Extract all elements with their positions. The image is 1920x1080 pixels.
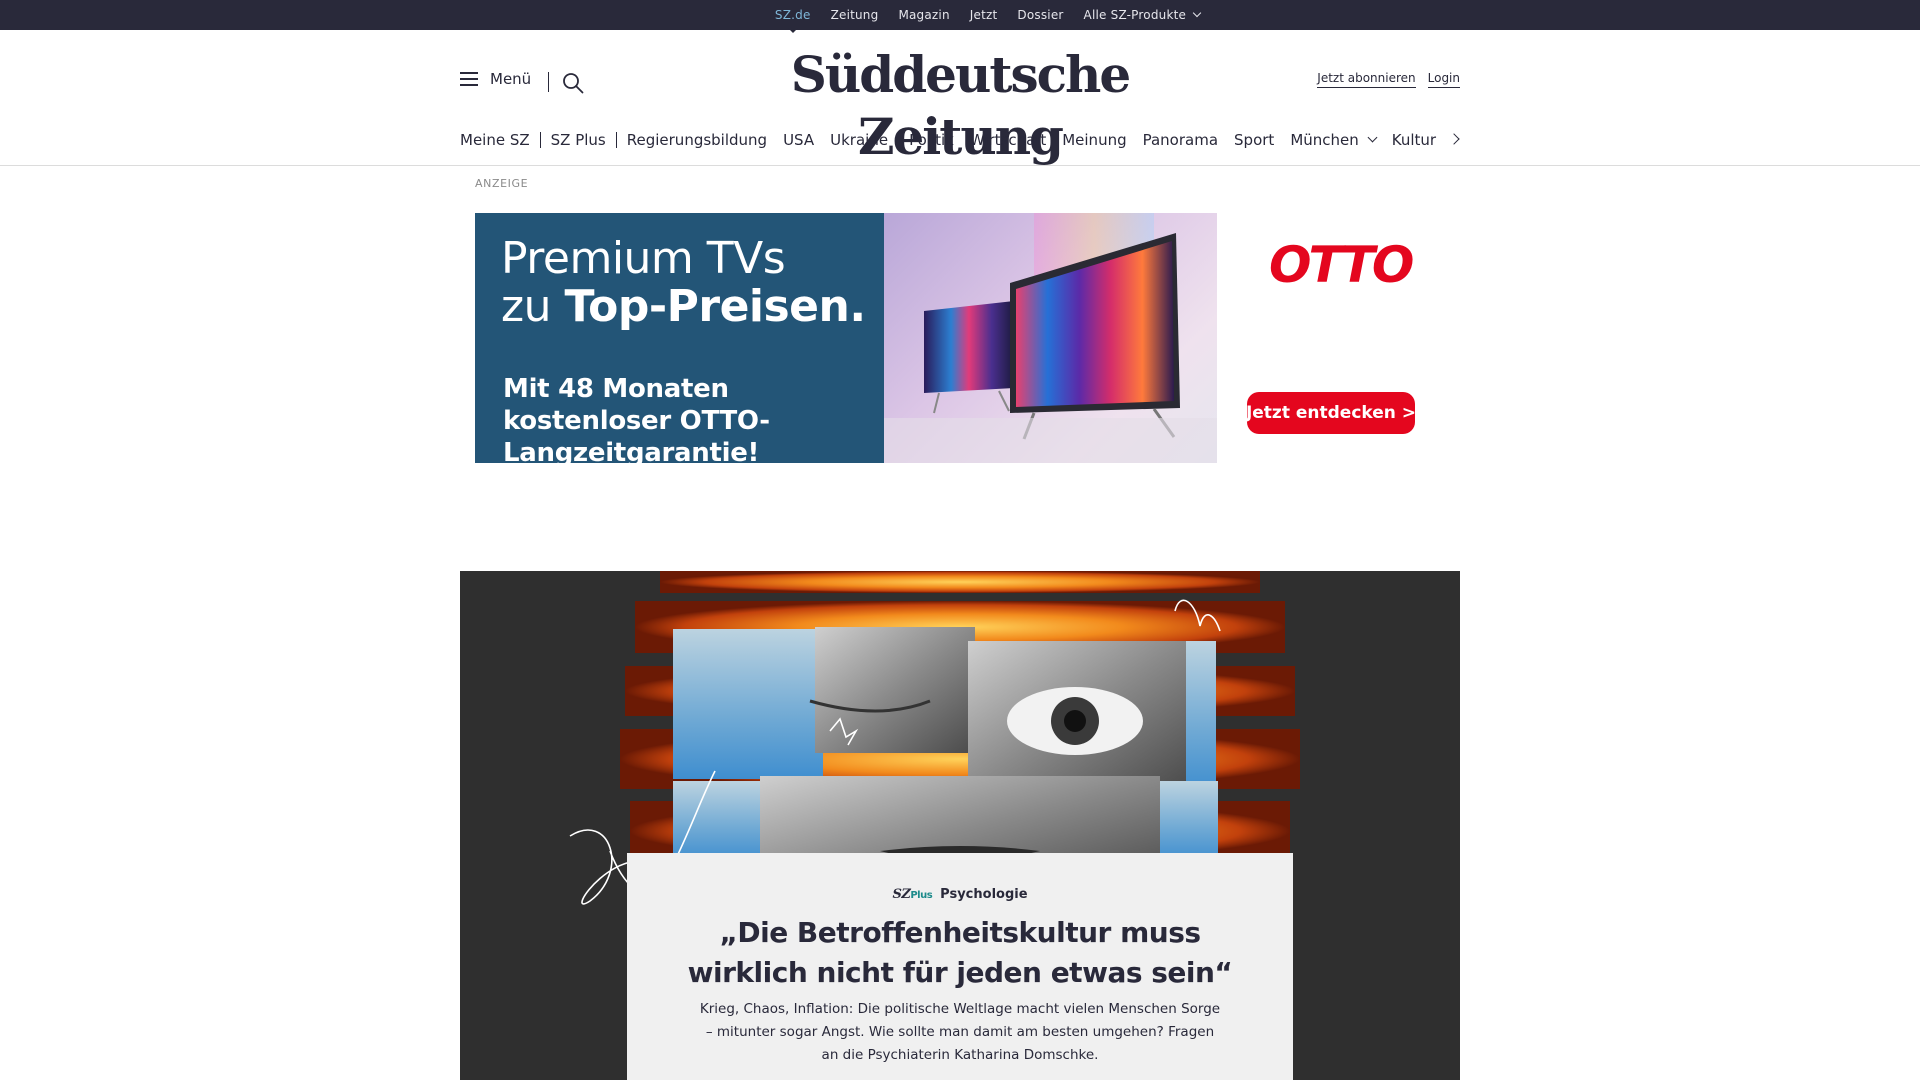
nav-item-meine-sz[interactable]: Meine SZ <box>460 131 530 149</box>
tv-illustration <box>884 213 1217 463</box>
ad-banner[interactable]: Premium TVs zu Top-Preisen. Mit 48 Monat… <box>475 213 1445 468</box>
nav-item-ukraine[interactable]: Ukraine <box>830 131 888 149</box>
ad-headline-line1: Premium TVs <box>501 233 786 284</box>
menu-button[interactable]: Menü <box>460 70 531 88</box>
nav-item-sz-plus[interactable]: SZ Plus <box>551 131 606 149</box>
main-nav: Meine SZ SZ Plus Regierungsbildung USA U… <box>460 128 1460 152</box>
nav-item-meinung[interactable]: Meinung <box>1062 131 1126 149</box>
ad-brand-panel: OTTO Jetzt entdecken > <box>1217 213 1445 463</box>
nav-item-sport[interactable]: Sport <box>1234 131 1274 149</box>
sz-plus-suffix: Plus <box>910 890 933 901</box>
teaser-kicker: SZPlus Psychologie <box>627 887 1293 902</box>
topbar-link-zeitung[interactable]: Zeitung <box>831 8 879 22</box>
subscribe-link[interactable]: Jetzt abonnieren <box>1317 71 1416 88</box>
login-link[interactable]: Login <box>1427 71 1460 88</box>
nav-item-politik[interactable]: Politik <box>909 131 954 149</box>
otto-logo: OTTO <box>1269 236 1414 294</box>
ad-tv-image <box>884 213 1217 463</box>
teaser-card[interactable]: SZPlus Psychologie „Die Betroffenheitsku… <box>627 853 1293 1080</box>
search-icon[interactable] <box>562 72 584 94</box>
ad-headline-prefix: zu <box>501 281 565 332</box>
nav-item-kultur[interactable]: Kultur <box>1392 131 1436 149</box>
topbar-link-magazin[interactable]: Magazin <box>898 8 949 22</box>
top-bar: SZ.de Zeitung Magazin Jetzt Dossier Alle… <box>0 0 1920 33</box>
header-divider <box>548 72 549 92</box>
teaser-category: Psychologie <box>940 887 1028 902</box>
nav-separator <box>898 132 900 148</box>
nav-item-usa[interactable]: USA <box>783 131 814 149</box>
topbar-link-alle-produkte-label: Alle SZ-Produkte <box>1083 8 1187 22</box>
ad-text-panel: Premium TVs zu Top-Preisen. Mit 48 Monat… <box>475 213 884 468</box>
nav-item-regierungsbildung[interactable]: Regierungsbildung <box>627 131 767 149</box>
sz-plus-mark: SZ <box>892 887 911 902</box>
teaser-headline[interactable]: „Die Betroffenheitskultur muss wirklich … <box>657 913 1263 993</box>
nav-scroll-right-icon[interactable] <box>1450 133 1460 145</box>
header-divider-line <box>0 165 1920 166</box>
nav-item-wirtschaft[interactable]: Wirtschaft <box>970 131 1046 149</box>
nav-item-panorama[interactable]: Panorama <box>1143 131 1218 149</box>
topbar-link-alle-produkte[interactable]: Alle SZ-Produkte <box>1083 8 1202 22</box>
ad-label: ANZEIGE <box>475 177 529 190</box>
nav-item-muenchen[interactable]: München <box>1290 131 1378 149</box>
nav-separator <box>539 132 541 148</box>
chevron-down-icon <box>1192 8 1202 18</box>
topbar-link-dossier[interactable]: Dossier <box>1017 8 1063 22</box>
ad-headline-bold: Top-Preisen. <box>564 281 866 332</box>
ad-cta-button[interactable]: Jetzt entdecken > <box>1246 392 1416 434</box>
menu-label: Menü <box>490 70 532 88</box>
nav-separator <box>615 132 617 148</box>
ad-subline: Mit 48 Monaten kostenloser OTTO-Langzeit… <box>503 374 770 468</box>
teaser-summary: Krieg, Chaos, Inflation: Die politische … <box>699 1001 1221 1063</box>
nav-item-muenchen-label: München <box>1290 131 1359 149</box>
topbar-link-szde[interactable]: SZ.de <box>775 8 811 33</box>
chevron-down-icon <box>1367 132 1378 142</box>
hamburger-icon <box>460 72 478 86</box>
header-account-links: Jetzt abonnieren Login <box>1317 71 1460 88</box>
topbar-link-jetzt[interactable]: Jetzt <box>970 8 998 22</box>
sz-plus-logo: SZPlus <box>892 887 932 902</box>
ad-headline-line2: zu Top-Preisen. <box>501 283 866 331</box>
